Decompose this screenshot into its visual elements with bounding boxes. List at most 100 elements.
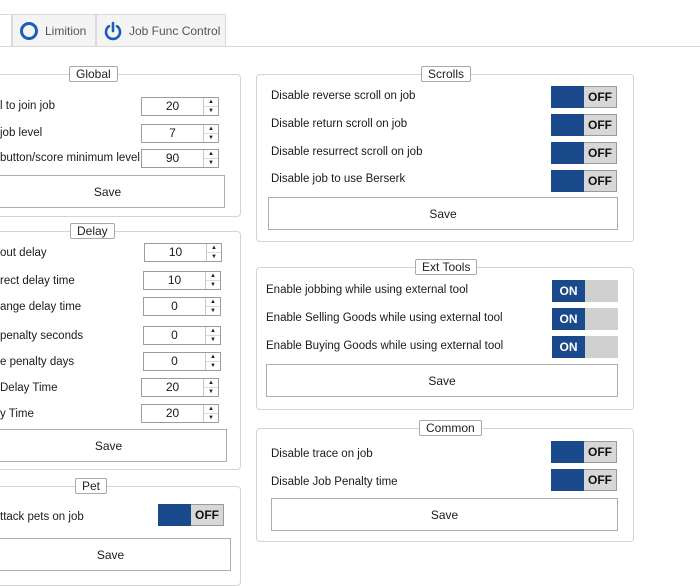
spin-up-icon[interactable]: ▲	[206, 272, 220, 280]
spin-down-icon[interactable]: ▼	[207, 252, 221, 261]
pet-group: Pet	[0, 478, 241, 586]
global-spinner-3[interactable]: 90 ▲ ▼	[141, 149, 219, 168]
ext-tools-label-2: Enable Selling Goods while using externa…	[266, 312, 503, 324]
spin-down-icon[interactable]: ▼	[204, 158, 218, 167]
global-spinner-1[interactable]: 20 ▲ ▼	[141, 97, 219, 116]
global-save-button[interactable]: Save	[0, 175, 225, 208]
delay-legend: Delay	[70, 223, 115, 239]
spin-up-icon[interactable]: ▲	[204, 379, 218, 387]
spinner-value: 7	[169, 126, 176, 140]
tab-limition[interactable]: Limition	[12, 14, 96, 46]
delay-label-5: e penalty days	[0, 356, 75, 368]
toggle-state: OFF	[584, 170, 617, 192]
spin-down-icon[interactable]: ▼	[206, 306, 220, 315]
common-label-2: Disable Job Penalty time	[271, 476, 398, 488]
delay-spinner-5[interactable]: 0 ▲ ▼	[143, 352, 221, 371]
delay-label-1: out delay	[0, 247, 47, 259]
spin-down-icon[interactable]: ▼	[206, 335, 220, 344]
scrolls-label-4: Disable job to use Berserk	[271, 173, 406, 185]
global-spinner-2[interactable]: 7 ▲ ▼	[141, 124, 219, 143]
toggle-state: OFF	[584, 114, 617, 136]
delay-label-4: penalty seconds	[0, 330, 84, 342]
toggle-state: OFF	[584, 86, 617, 108]
tab-job-func-control-label: Job Func Control	[129, 23, 221, 38]
delay-spinner-2[interactable]: 10 ▲ ▼	[143, 271, 221, 290]
spin-down-icon[interactable]: ▼	[206, 280, 220, 289]
common-label-1: Disable trace on job	[271, 448, 373, 460]
tab-bar: Limition Job Func Control	[0, 0, 700, 47]
spin-down-icon[interactable]: ▼	[204, 133, 218, 142]
pet-label-1: ttack pets on job	[0, 511, 84, 523]
tab-job-func-control[interactable]: Job Func Control	[96, 14, 226, 46]
toggle-state: ON	[552, 280, 585, 302]
global-legend: Global	[69, 66, 118, 82]
global-label-2: job level	[0, 127, 43, 139]
delay-spinner-1[interactable]: 10 ▲ ▼	[144, 243, 222, 262]
scrolls-toggle-1[interactable]: OFF	[551, 86, 617, 108]
toggle-state: ON	[552, 308, 585, 330]
common-toggle-2[interactable]: OFF	[551, 469, 617, 491]
spinner-value: 0	[171, 299, 178, 313]
ext-tools-save-button[interactable]: Save	[266, 364, 618, 397]
common-save-button[interactable]: Save	[271, 498, 618, 531]
toggle-state: OFF	[191, 504, 224, 526]
scrolls-label-3: Disable resurrect scroll on job	[271, 146, 423, 158]
spin-up-icon[interactable]: ▲	[204, 125, 218, 133]
scrolls-label-2: Disable return scroll on job	[271, 118, 408, 130]
scrolls-toggle-4[interactable]: OFF	[551, 170, 617, 192]
spin-down-icon[interactable]: ▼	[204, 106, 218, 115]
delay-label-3: ange delay time	[0, 301, 82, 313]
spinner-value: 10	[167, 273, 182, 287]
tab-divider	[0, 46, 700, 47]
delay-label-6: Delay Time	[0, 382, 58, 394]
toggle-state: OFF	[584, 469, 617, 491]
pet-toggle-1[interactable]: OFF	[158, 504, 224, 526]
spinner-value: 90	[165, 151, 180, 165]
tab-hidden[interactable]	[0, 14, 12, 46]
spinner-value: 20	[165, 99, 180, 113]
delay-spinner-3[interactable]: 0 ▲ ▼	[143, 297, 221, 316]
spin-down-icon[interactable]: ▼	[204, 413, 218, 422]
spin-up-icon[interactable]: ▲	[206, 353, 220, 361]
spin-up-icon[interactable]: ▲	[204, 98, 218, 106]
ext-tools-toggle-2[interactable]: ON	[552, 308, 618, 330]
ext-tools-label-1: Enable jobbing while using external tool	[266, 284, 469, 296]
spin-up-icon[interactable]: ▲	[204, 405, 218, 413]
spin-up-icon[interactable]: ▲	[207, 244, 221, 252]
scrolls-toggle-3[interactable]: OFF	[551, 142, 617, 164]
power-icon	[104, 21, 122, 40]
spinner-value: 0	[171, 354, 178, 368]
scrolls-label-1: Disable reverse scroll on job	[271, 90, 416, 102]
delay-save-button[interactable]: Save	[0, 429, 227, 462]
ext-tools-toggle-3[interactable]: ON	[552, 336, 618, 358]
spin-up-icon[interactable]: ▲	[204, 150, 218, 158]
delay-spinner-4[interactable]: 0 ▲ ▼	[143, 326, 221, 345]
delay-spinner-6[interactable]: 20 ▲ ▼	[141, 378, 219, 397]
pet-legend: Pet	[75, 478, 108, 494]
common-toggle-1[interactable]: OFF	[551, 441, 617, 463]
ext-tools-label-3: Enable Buying Goods while using external…	[266, 340, 504, 352]
scrolls-toggle-2[interactable]: OFF	[551, 114, 617, 136]
common-legend: Common	[419, 420, 482, 436]
delay-spinner-7[interactable]: 20 ▲ ▼	[141, 404, 219, 423]
toggle-state: ON	[552, 336, 585, 358]
spinner-value: 10	[168, 245, 183, 259]
tab-limition-label: Limition	[45, 23, 87, 38]
ext-tools-toggle-1[interactable]: ON	[552, 280, 618, 302]
global-label-1: l to join job	[0, 100, 55, 112]
spin-down-icon[interactable]: ▼	[206, 361, 220, 370]
scrolls-save-button[interactable]: Save	[268, 197, 618, 230]
circle-icon	[20, 21, 38, 40]
spinner-value: 20	[165, 380, 180, 394]
spin-up-icon[interactable]: ▲	[206, 298, 220, 306]
delay-label-7: y Time	[0, 408, 34, 420]
spin-down-icon[interactable]: ▼	[204, 387, 218, 396]
scrolls-legend: Scrolls	[421, 66, 472, 82]
pet-save-button[interactable]: Save	[0, 538, 231, 571]
global-label-3: button/score minimum level	[0, 152, 140, 164]
spin-up-icon[interactable]: ▲	[206, 327, 220, 335]
spinner-value: 20	[165, 406, 180, 420]
spinner-value: 0	[171, 328, 178, 342]
toggle-state: OFF	[584, 142, 617, 164]
toggle-state: OFF	[584, 441, 617, 463]
